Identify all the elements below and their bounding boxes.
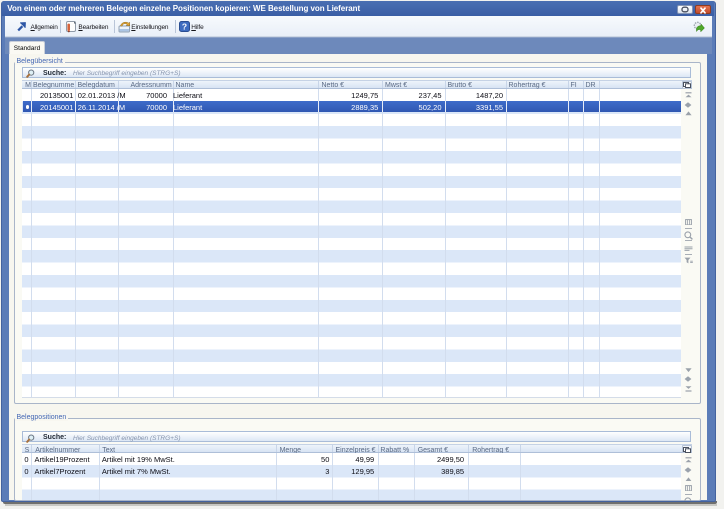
svg-text:?: ? bbox=[182, 21, 187, 31]
